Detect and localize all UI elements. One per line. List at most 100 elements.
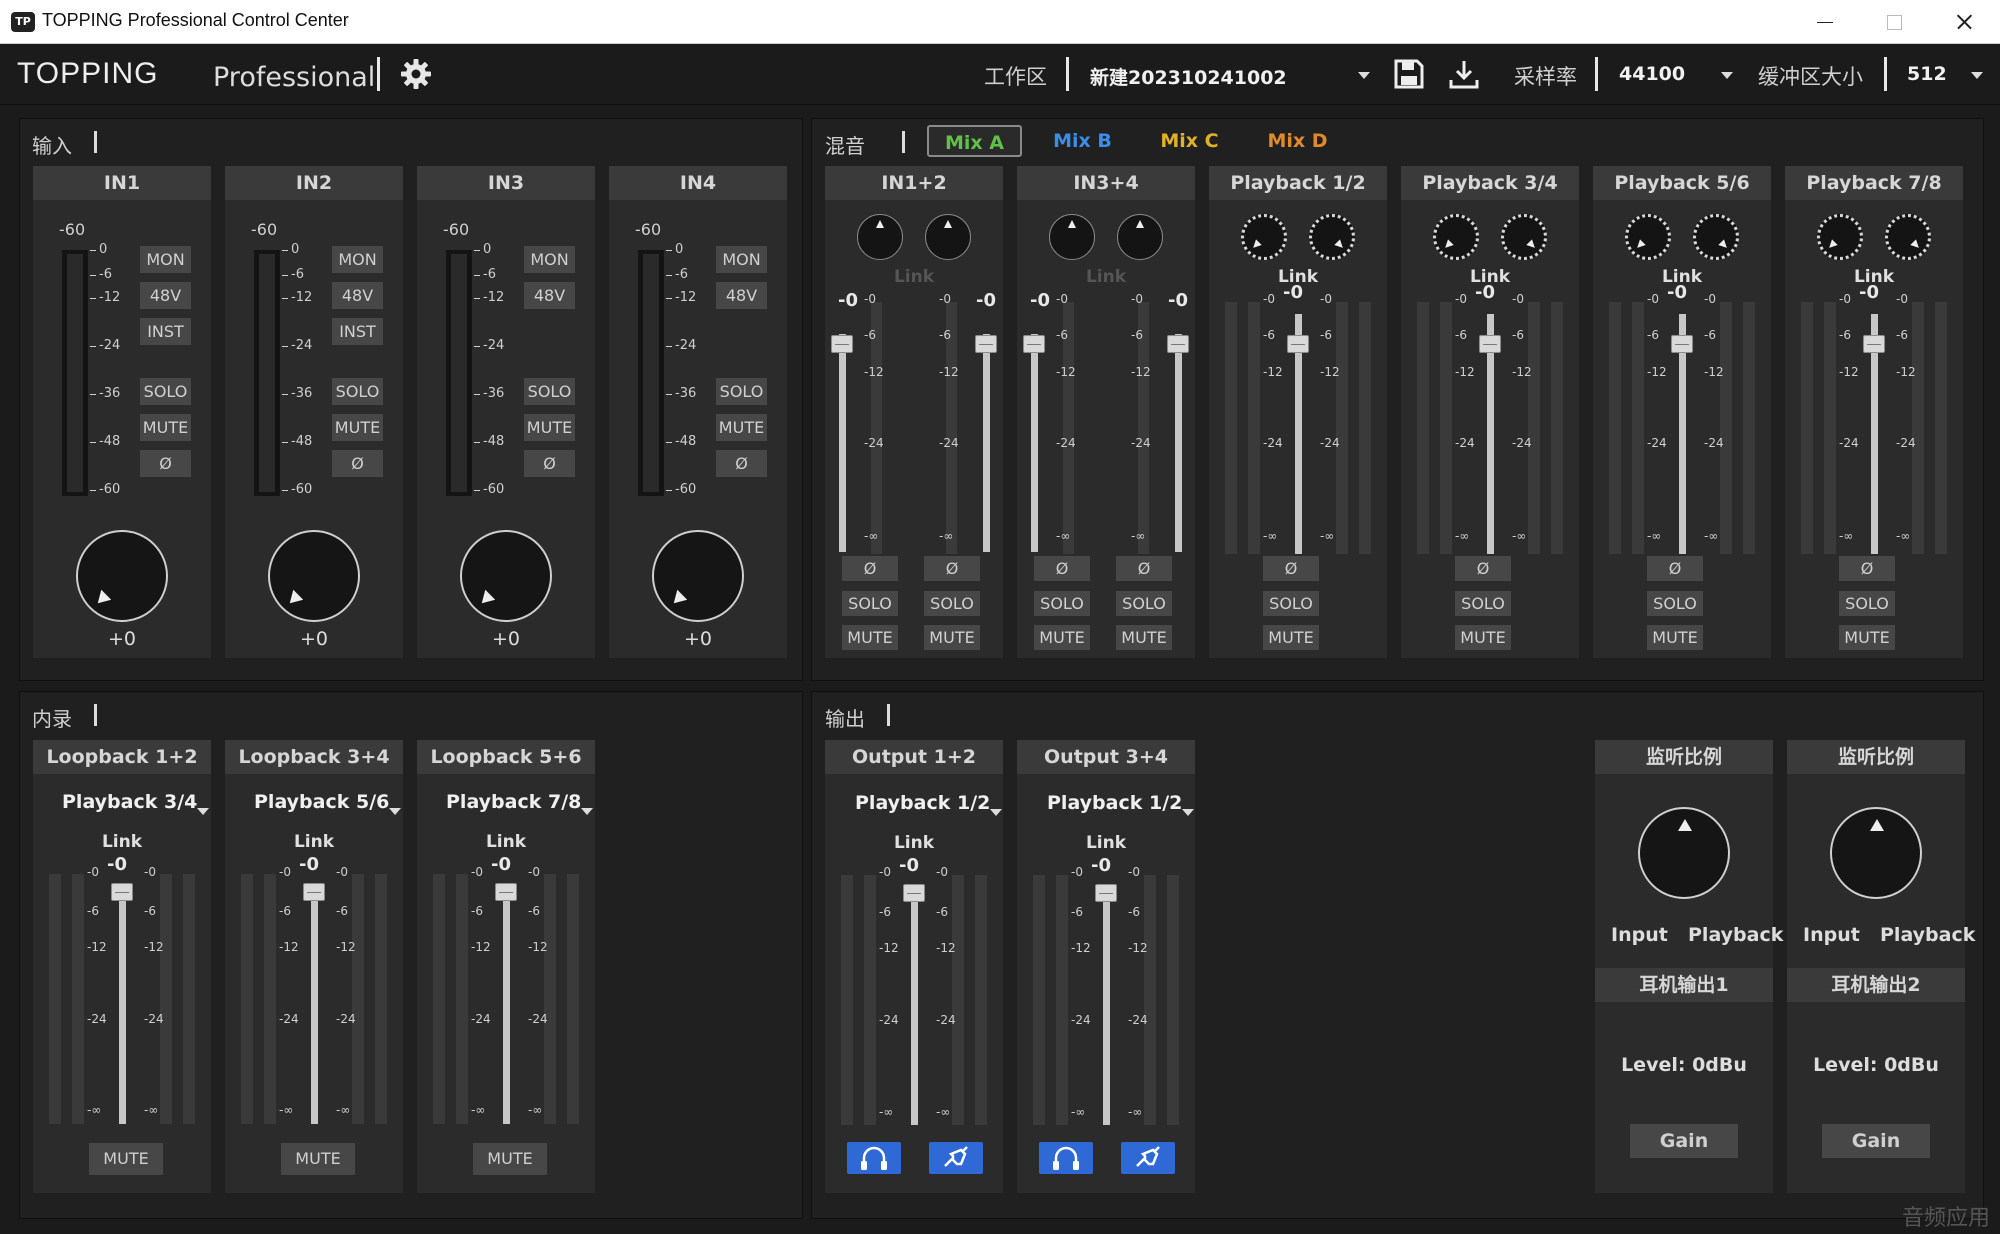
pan-knob-right[interactable] [1693,214,1739,260]
mute-button[interactable]: MUTE [1647,625,1703,650]
link-toggle[interactable]: Link [825,833,1003,853]
solo-button[interactable]: SOLO [1116,591,1172,616]
monitor-ratio-knob[interactable] [1638,807,1730,899]
buffer-size-select[interactable]: 512 [1907,63,1947,85]
mute-button[interactable]: MUTE [924,625,980,650]
phase-invert-button[interactable]: Ø [1263,556,1319,581]
mute-button[interactable]: MUTE [281,1143,355,1175]
solo-button[interactable]: SOLO [924,591,980,616]
mute-button[interactable]: MUTE [842,625,898,650]
fader-handle[interactable] [303,883,325,901]
mute-button[interactable]: MUTE [89,1143,163,1175]
input-gain-knob[interactable] [268,530,360,622]
pan-knob-left[interactable] [1241,214,1287,260]
tab-mix-c[interactable]: Mix C [1142,125,1237,157]
tab-mix-d[interactable]: Mix D [1250,125,1345,157]
output-source-select[interactable]: Playback 1/2 [1047,792,1182,814]
input-btn-inst[interactable]: INST [140,318,191,345]
input-btn-solo[interactable]: SOLO [524,378,575,405]
mute-button[interactable]: MUTE [1455,625,1511,650]
source-dropdown-arrow-icon[interactable] [1182,809,1194,816]
input-btn-solo[interactable]: SOLO [716,378,767,405]
loopback-source-select[interactable]: Playback 3/4 [62,791,197,813]
mute-button[interactable]: MUTE [1839,625,1895,650]
monitor-ratio-knob[interactable] [1830,807,1922,899]
link-toggle[interactable]: Link [825,267,1003,287]
fader-handle[interactable] [903,884,925,902]
buffer-dropdown-arrow-icon[interactable] [1971,72,1983,79]
mute-button[interactable]: MUTE [1263,625,1319,650]
mute-button[interactable]: MUTE [1116,625,1172,650]
input-gain-knob[interactable] [76,530,168,622]
pan-knob-right[interactable] [1117,214,1163,260]
pan-knob-right[interactable] [925,214,971,260]
input-btn-mute[interactable]: MUTE [524,414,575,441]
loopback-source-select[interactable]: Playback 5/6 [254,791,389,813]
source-dropdown-arrow-icon[interactable] [389,808,401,815]
source-dropdown-arrow-icon[interactable] [581,808,593,815]
close-button[interactable] [1936,6,1992,38]
source-dropdown-arrow-icon[interactable] [990,809,1002,816]
solo-button[interactable]: SOLO [1034,591,1090,616]
link-toggle[interactable]: Link [417,832,595,852]
input-btn-solo[interactable]: SOLO [140,378,191,405]
input-btn-mute[interactable]: MUTE [332,414,383,441]
link-toggle[interactable]: Link [1017,267,1195,287]
pan-knob-left[interactable] [1817,214,1863,260]
pan-knob-left[interactable] [1625,214,1671,260]
input-btn-mute[interactable]: MUTE [716,414,767,441]
fader-handle[interactable] [1023,335,1045,353]
fader-handle[interactable] [1671,335,1693,353]
pan-knob-left[interactable] [857,214,903,260]
input-gain-knob[interactable] [460,530,552,622]
link-toggle[interactable]: Link [225,832,403,852]
workspace-dropdown-arrow-icon[interactable] [1358,72,1370,79]
tab-mix-a[interactable]: Mix A [927,125,1022,157]
headphone-output-button[interactable] [847,1142,901,1174]
input-btn-inst[interactable]: INST [332,318,383,345]
phase-invert-button[interactable]: Ø [842,556,898,581]
solo-button[interactable]: SOLO [1455,591,1511,616]
input-btn-48v[interactable]: 48V [332,282,383,309]
input-btn-mute[interactable]: MUTE [140,414,191,441]
samplerate-select[interactable]: 44100 [1619,63,1685,85]
tab-mix-b[interactable]: Mix B [1035,125,1130,157]
phase-invert-button[interactable]: Ø [1034,556,1090,581]
input-btn-mon[interactable]: MON [140,246,191,273]
input-btn-phase[interactable]: Ø [140,450,191,477]
input-btn-mon[interactable]: MON [332,246,383,273]
fader-handle[interactable] [1287,335,1309,353]
gain-button[interactable]: Gain [1630,1124,1738,1158]
fader-handle[interactable] [1479,335,1501,353]
maximize-button[interactable] [1866,6,1922,38]
fader-handle[interactable] [1167,335,1189,353]
solo-button[interactable]: SOLO [1647,591,1703,616]
input-btn-48v[interactable]: 48V [716,282,767,309]
input-btn-phase[interactable]: Ø [524,450,575,477]
input-btn-48v[interactable]: 48V [140,282,191,309]
source-dropdown-arrow-icon[interactable] [197,808,209,815]
input-gain-knob[interactable] [652,530,744,622]
solo-button[interactable]: SOLO [842,591,898,616]
pan-knob-right[interactable] [1885,214,1931,260]
solo-button[interactable]: SOLO [1839,591,1895,616]
pan-knob-right[interactable] [1501,214,1547,260]
phase-invert-button[interactable]: Ø [1647,556,1703,581]
phase-invert-button[interactable]: Ø [1839,556,1895,581]
pan-knob-left[interactable] [1433,214,1479,260]
fader-handle[interactable] [831,335,853,353]
loopback-source-select[interactable]: Playback 7/8 [446,791,581,813]
phase-invert-button[interactable]: Ø [924,556,980,581]
line-output-button[interactable] [1121,1142,1175,1174]
settings-gear-icon[interactable] [400,58,432,90]
mute-button[interactable]: MUTE [473,1143,547,1175]
fader-handle[interactable] [1095,884,1117,902]
pan-knob-left[interactable] [1049,214,1095,260]
samplerate-dropdown-arrow-icon[interactable] [1721,72,1733,79]
output-source-select[interactable]: Playback 1/2 [855,792,990,814]
save-icon[interactable] [1393,58,1425,90]
download-icon[interactable] [1448,58,1480,90]
mute-button[interactable]: MUTE [1034,625,1090,650]
phase-invert-button[interactable]: Ø [1116,556,1172,581]
input-btn-phase[interactable]: Ø [332,450,383,477]
